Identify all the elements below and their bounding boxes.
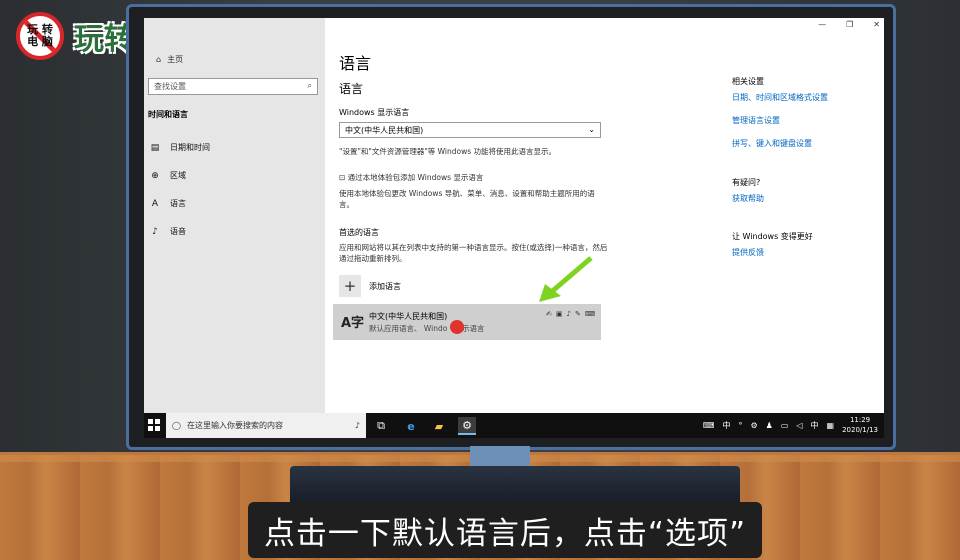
add-display-language-note: 使用本地体验包更改 Windows 导航、菜单、消息、设置和帮助主题所用的语言。 (339, 189, 595, 209)
file-explorer-icon[interactable]: ▰ (430, 417, 448, 435)
logo-badge-text: 玩 转电 脑 (27, 23, 53, 48)
sidebar-item-label: 区域 (170, 171, 186, 180)
close-icon[interactable]: ✕ (873, 20, 880, 29)
keyboard-icon: ⌨ (584, 310, 595, 318)
window-controls: — ❐ ✕ (818, 20, 880, 29)
speech-icon: ♪ (566, 310, 572, 318)
display-language-value: 中文(中华人民共和国) (345, 126, 424, 135)
screen: ⌂ 主页 查找设置 ⌕ 时间和语言 ▤ 日期和时间 ⊕ 区域 A 语言 ♪ 语音… (144, 18, 884, 438)
taskbar-search-input[interactable]: ◯ 在这里输入你要搜索的内容 ♪ (166, 413, 366, 438)
settings-main: — ❐ ✕ 语言 语言 Windows 显示语言 中文(中华人民共和国) ⌄ "… (325, 18, 884, 413)
related-settings-title: 相关设置 (732, 77, 764, 86)
click-cursor-indicator (450, 320, 464, 334)
system-tray: ⌨ 中 ° ⚙ ♟ ▭ ◁ 中 ▦ 11:29 2020/1/13 (703, 415, 878, 435)
language-item-name: 中文(中华人民共和国) (369, 312, 448, 321)
clock-date: 2020/1/13 (842, 426, 878, 434)
ime-mode[interactable]: 中 (722, 420, 730, 431)
people-icon[interactable]: ♟ (766, 421, 773, 430)
taskbar-search-placeholder: 在这里输入你要搜索的内容 (186, 421, 283, 430)
page-title: 语言 (339, 54, 372, 73)
battery-icon[interactable]: ▭ (781, 421, 789, 430)
sidebar-home[interactable]: ⌂ 主页 (156, 54, 183, 65)
taskbar: ◯ 在这里输入你要搜索的内容 ♪ ⧉ e ▰ ⚙ ⌨ 中 ° ⚙ ♟ ▭ ◁ 中… (144, 413, 884, 438)
chevron-down-icon: ⌄ (588, 125, 595, 134)
pen-icon: ✎ (575, 310, 581, 318)
spelling-typing-keyboard-link[interactable]: 拼写、键入和键盘设置 (732, 138, 812, 149)
settings-search-placeholder: 查找设置 (154, 82, 186, 91)
minimize-icon[interactable]: — (818, 20, 826, 29)
keyboard-tray-icon[interactable]: ⌨ (703, 421, 715, 430)
display-language-icon: ▣ (555, 310, 563, 318)
language-list-item[interactable]: A字 中文(中华人民共和国) 默认应用语言、 Windo 显示语言 ✍ ▣ ♪ … (333, 304, 601, 340)
plus-icon: + (339, 275, 361, 297)
settings-gear-icon[interactable]: ⚙ (458, 417, 476, 435)
globe-icon: ⊕ (151, 170, 159, 181)
maximize-icon[interactable]: ❐ (846, 20, 853, 29)
add-language-label: 添加语言 (369, 281, 401, 291)
language-icon: A (151, 198, 159, 209)
home-icon: ⌂ (156, 55, 162, 64)
give-feedback-link[interactable]: 提供反馈 (732, 247, 764, 258)
get-help-link[interactable]: 获取帮助 (732, 193, 764, 204)
subtitle-text: 点击一下默认语言后，点击“选项” (263, 515, 747, 552)
sidebar-home-label: 主页 (167, 55, 184, 64)
display-language-select[interactable]: 中文(中华人民共和国) ⌄ (339, 122, 601, 138)
help-title: 有疑问? (732, 178, 761, 187)
volume-icon[interactable]: ◁ (796, 421, 802, 430)
sidebar-section-title: 时间和语言 (148, 110, 188, 119)
add-language-button[interactable]: + 添加语言 (339, 275, 401, 297)
add-display-language-link[interactable]: ⊡ 通过本地体验包添加 Windows 显示语言 (339, 172, 609, 183)
display-language-label: Windows 显示语言 (339, 108, 410, 117)
sidebar-item-label: 语音 (170, 227, 186, 236)
ime-settings-icon[interactable]: ⚙ (750, 421, 757, 430)
windows-start-icon[interactable] (148, 419, 160, 431)
clock-time: 11:29 (849, 416, 871, 424)
manage-language-link[interactable]: 管理语言设置 (732, 115, 780, 126)
sidebar-item-date-time[interactable]: ▤ 日期和时间 (150, 142, 210, 153)
display-language-note: "设置"和"文件资源管理器"等 Windows 功能将使用此语言显示。 (339, 147, 557, 156)
settings-search-input[interactable]: 查找设置 ⌕ (148, 78, 318, 95)
task-view-icon[interactable]: ⧉ (372, 417, 390, 435)
microphone-icon: ♪ (152, 226, 158, 237)
section-title: 语言 (339, 82, 364, 96)
handwriting-icon: ✍ (546, 310, 552, 318)
logo-badge: 玩 转电 脑 (16, 12, 64, 60)
language-pack-icon: A字 (341, 316, 365, 331)
sidebar-item-label: 语言 (170, 199, 186, 208)
green-arrow-annotation (539, 256, 593, 302)
language-item-subtitle: 默认应用语言、 Windo 显示语言 (369, 324, 485, 333)
settings-sidebar: ⌂ 主页 查找设置 ⌕ 时间和语言 ▤ 日期和时间 ⊕ 区域 A 语言 ♪ 语音 (144, 18, 325, 413)
cortana-icon: ◯ (172, 421, 181, 430)
video-subtitle: 点击一下默认语言后，点击“选项” (248, 502, 762, 558)
taskbar-clock[interactable]: 11:29 2020/1/13 (842, 415, 878, 435)
sidebar-item-region[interactable]: ⊕ 区域 (150, 170, 186, 181)
download-icon: ⊡ (339, 173, 348, 182)
sidebar-item-language[interactable]: A 语言 (150, 198, 186, 209)
ime-indicator[interactable]: 中 (811, 420, 819, 431)
edge-browser-icon[interactable]: e (402, 417, 420, 435)
calendar-icon: ▤ (150, 142, 160, 153)
add-display-language-link-text: 通过本地体验包添加 Windows 显示语言 (347, 173, 484, 182)
feedback-title: 让 Windows 变得更好 (732, 232, 813, 241)
action-center-icon[interactable]: ▦ (827, 421, 835, 430)
preferred-languages-title: 首选的语言 (339, 228, 379, 237)
search-icon: ⌕ (307, 81, 312, 90)
sidebar-item-speech[interactable]: ♪ 语音 (150, 226, 186, 237)
punctuation-icon[interactable]: ° (738, 421, 742, 430)
language-capability-icons: ✍ ▣ ♪ ✎ ⌨ (546, 310, 595, 318)
microphone-icon[interactable]: ♪ (355, 421, 360, 430)
date-time-region-link[interactable]: 日期、时间和区域格式设置 (732, 92, 828, 103)
sidebar-item-label: 日期和时间 (170, 143, 210, 152)
